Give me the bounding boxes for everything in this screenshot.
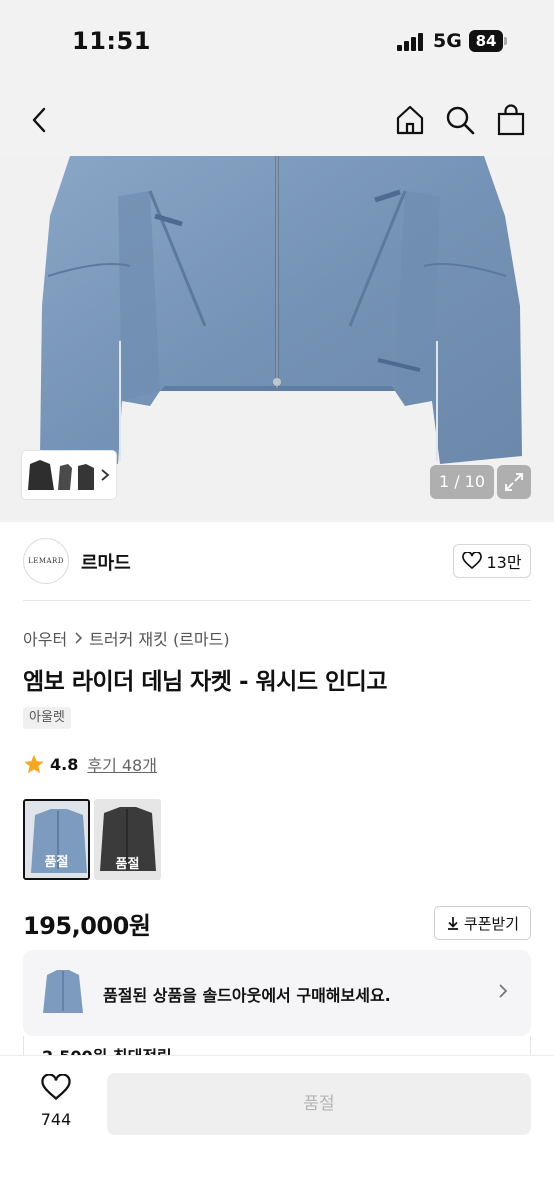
chevron-right-icon: [101, 469, 110, 481]
brand-name[interactable]: 르마드: [81, 549, 131, 575]
variant-black[interactable]: 품절: [94, 799, 161, 880]
price: 195,000원: [23, 912, 151, 940]
thumbnail-jackets-icon: [28, 460, 94, 490]
star-icon: [24, 754, 44, 774]
brand-like-button[interactable]: 13만: [453, 544, 531, 578]
battery-icon: 84: [469, 30, 503, 52]
rating-score: 4.8: [50, 754, 79, 774]
product-title: 엠보 라이더 데님 자켓 - 워시드 인디고: [23, 669, 388, 695]
chevron-right-icon: [499, 984, 508, 998]
status-time: 11:51: [72, 27, 151, 55]
back-icon[interactable]: [20, 100, 60, 140]
outlet-badge: 아울렛: [23, 707, 71, 729]
expand-icon[interactable]: [497, 465, 531, 499]
image-thumbnail-strip[interactable]: [22, 451, 116, 499]
soldout-buy-button: 품절: [107, 1073, 531, 1135]
search-icon[interactable]: [440, 100, 480, 140]
variant-denim[interactable]: 품절: [23, 799, 90, 880]
variant-soldout-label: 품절: [44, 855, 69, 870]
chevron-right-icon: [75, 632, 83, 644]
rating-row: 4.8 후기 48개: [23, 752, 157, 776]
brand-like-count: 13만: [486, 553, 522, 572]
divider: [23, 600, 531, 601]
download-icon: [447, 917, 458, 930]
status-bar: 11:51 5G 84: [0, 0, 554, 84]
breadcrumb: 아우터 트러커 재킷 (르마드): [23, 626, 230, 650]
nav-bar: [0, 84, 554, 156]
network-label: 5G: [433, 30, 462, 52]
battery-nub: [504, 37, 507, 45]
signal-icon: [397, 33, 425, 51]
soldout-banner[interactable]: 품절된 상품을 솔드아웃에서 구매해보세요.: [23, 950, 531, 1036]
heart-icon: [41, 1073, 71, 1100]
bottom-bar: 744 품절: [0, 1056, 554, 1200]
coupon-label: 쿠폰받기: [463, 914, 520, 933]
banner-jacket-thumbnail: [43, 970, 83, 1013]
heart-icon: [462, 552, 483, 570]
coupon-button[interactable]: 쿠폰받기: [434, 906, 531, 940]
wish-button[interactable]: 744: [30, 1073, 82, 1129]
soldout-banner-message: 품절된 상품을 솔드아웃에서 구매해보세요.: [103, 986, 391, 1005]
wish-count: 744: [40, 1110, 72, 1129]
brand-logo[interactable]: LEMARD: [23, 538, 69, 584]
variant-soldout-label: 품절: [115, 857, 140, 872]
breadcrumb-subcategory[interactable]: 트러커 재킷 (르마드): [89, 626, 229, 650]
home-icon[interactable]: [390, 100, 430, 140]
breadcrumb-category[interactable]: 아우터: [23, 626, 67, 650]
color-variants: 품절 품절: [23, 799, 161, 880]
shopping-bag-icon[interactable]: [491, 100, 531, 140]
reviews-link[interactable]: 후기 48개: [87, 752, 157, 776]
image-counter: 1 / 10: [430, 465, 494, 499]
